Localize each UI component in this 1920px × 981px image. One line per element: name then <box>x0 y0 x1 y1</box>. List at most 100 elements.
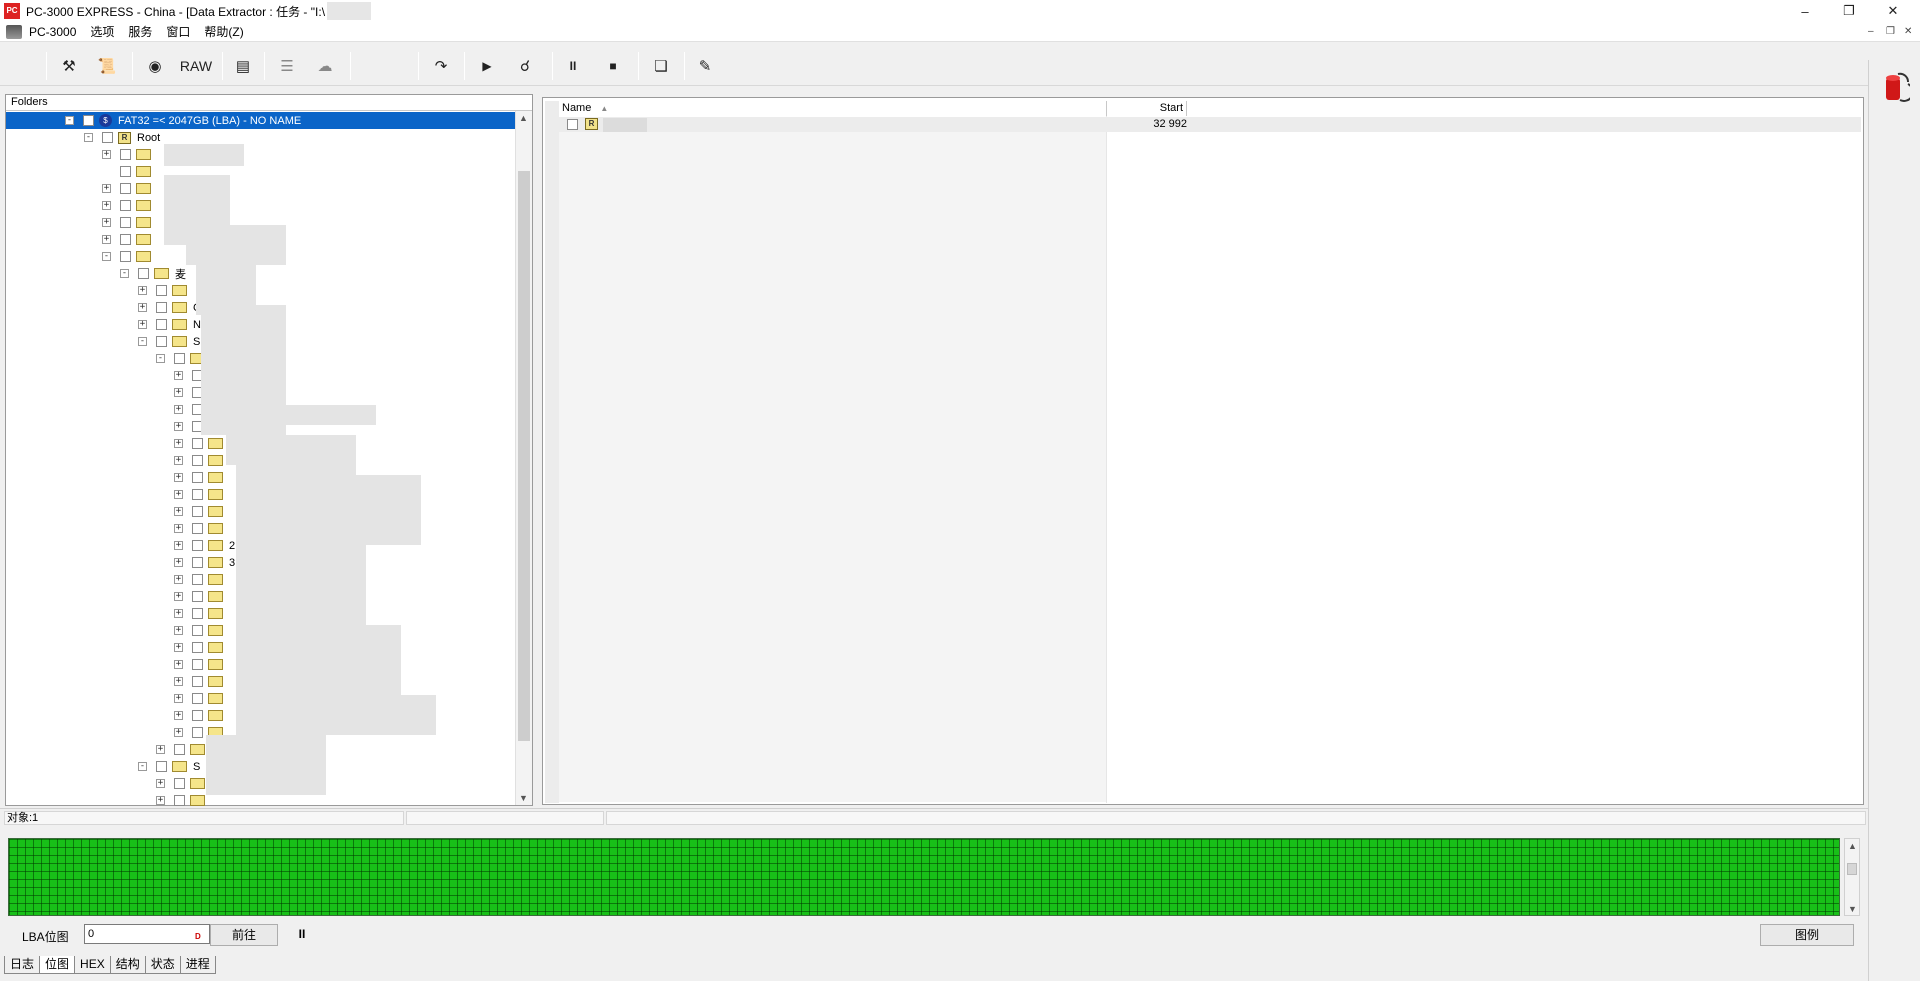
tree-folder-row[interactable]: + N <box>6 316 201 333</box>
disk-icon[interactable]: ▤ <box>230 54 256 78</box>
tree-folder-row[interactable]: + <box>6 146 151 163</box>
tree-folder-row[interactable]: + <box>6 401 223 418</box>
checkbox[interactable] <box>192 625 203 636</box>
menu-pc3000[interactable]: PC-3000 <box>22 25 83 39</box>
folders-tree-panel[interactable]: Folders - $ FAT32 =< 2047GB (LBA) - NO N… <box>5 94 533 806</box>
file-list-panel[interactable]: Name ▲ Start R 32 992 <box>542 97 1864 805</box>
expand-icon[interactable]: + <box>174 490 183 499</box>
expand-icon[interactable]: + <box>174 660 183 669</box>
expand-icon[interactable]: + <box>174 507 183 516</box>
checkbox[interactable] <box>192 540 203 551</box>
expand-icon[interactable]: + <box>138 303 147 312</box>
checkbox[interactable] <box>156 761 167 772</box>
collapse-icon[interactable]: - <box>138 337 147 346</box>
expand-icon[interactable]: + <box>174 592 183 601</box>
tree-icon[interactable]: ☰ <box>274 54 300 78</box>
lba-bitmap[interactable] <box>8 838 1840 916</box>
checkbox[interactable] <box>174 778 185 789</box>
restore-icon[interactable]: ❐ <box>1826 0 1872 22</box>
expand-icon[interactable]: + <box>174 609 183 618</box>
scroll-down-icon[interactable]: ▼ <box>1848 904 1857 914</box>
tree-folder-row[interactable]: + <box>6 367 223 384</box>
column-header-start[interactable]: Start <box>1107 101 1187 116</box>
checkbox[interactable] <box>192 472 203 483</box>
expand-icon[interactable]: + <box>102 201 111 210</box>
menu-service[interactable]: 服务 <box>121 23 159 40</box>
collapse-icon[interactable]: - <box>84 133 93 142</box>
checkbox[interactable] <box>120 251 131 262</box>
tools-icon[interactable]: ⚒ <box>56 54 82 78</box>
tree-folder-row[interactable]: - <box>6 248 151 265</box>
expand-icon[interactable]: + <box>174 626 183 635</box>
tab-bitmap[interactable]: 位图 <box>39 956 76 974</box>
exit-icon[interactable]: ✎ <box>692 54 718 78</box>
tab-process[interactable]: 进程 <box>179 956 216 974</box>
expand-icon[interactable]: + <box>174 694 183 703</box>
expand-icon[interactable]: + <box>174 558 183 567</box>
tree-folder-row[interactable]: + <box>6 231 151 248</box>
menu-options[interactable]: 选项 <box>83 23 121 40</box>
checkbox[interactable] <box>156 302 167 313</box>
database-icon[interactable] <box>1882 70 1910 106</box>
expand-icon[interactable]: + <box>174 643 183 652</box>
checkbox[interactable] <box>156 336 167 347</box>
checkbox[interactable] <box>192 591 203 602</box>
script-icon[interactable]: 📜 <box>94 54 120 78</box>
expand-icon[interactable]: + <box>174 371 183 380</box>
expand-icon[interactable]: + <box>174 541 183 550</box>
checkbox[interactable] <box>174 744 185 755</box>
expand-icon[interactable]: + <box>102 235 111 244</box>
mdi-close-icon[interactable]: ✕ <box>1904 26 1912 37</box>
bitmap-scrollbar[interactable]: ▲ ▼ <box>1844 838 1860 916</box>
tree-folder-row[interactable]: + <box>6 282 187 299</box>
expand-icon[interactable]: + <box>174 473 183 482</box>
pause-icon[interactable]: II <box>560 54 586 78</box>
expand-icon[interactable]: + <box>156 796 165 805</box>
tree-folder-row[interactable]: + <box>6 724 223 741</box>
scrollbar-thumb[interactable] <box>518 171 530 741</box>
stop-icon[interactable]: ■ <box>600 54 626 78</box>
network-icon[interactable]: ☌ <box>512 54 538 78</box>
checkbox[interactable] <box>192 557 203 568</box>
checkbox[interactable] <box>567 119 578 130</box>
checkbox[interactable] <box>192 642 203 653</box>
windows-icon[interactable]: ❏ <box>648 54 674 78</box>
checkbox[interactable] <box>192 659 203 670</box>
checkbox[interactable] <box>192 693 203 704</box>
tree-folder-row[interactable]: + <box>6 469 223 486</box>
tree-folder-row[interactable]: + <box>6 452 223 469</box>
checkbox[interactable] <box>120 234 131 245</box>
tree-folder-row[interactable]: + <box>6 486 223 503</box>
export-icon[interactable]: ↷ <box>428 54 454 78</box>
tree-folder-row[interactable]: + <box>6 520 223 537</box>
tree-folder-row[interactable]: -麦 <box>6 265 186 282</box>
checkbox[interactable] <box>83 115 94 126</box>
go-button[interactable]: 前往 <box>210 924 278 946</box>
tree-folder-row[interactable]: + <box>6 775 205 792</box>
checkbox[interactable] <box>120 149 131 160</box>
expand-icon[interactable]: + <box>156 779 165 788</box>
tree-folder-row[interactable]: + <box>6 673 223 690</box>
expand-icon[interactable]: + <box>174 711 183 720</box>
scroll-down-icon[interactable]: ▼ <box>519 793 528 803</box>
close-icon[interactable]: ✕ <box>1870 0 1916 22</box>
tree-cloud-icon[interactable]: ☁ <box>312 54 338 78</box>
tree-folder-row[interactable]: -S <box>6 333 200 350</box>
checkbox[interactable] <box>192 727 203 738</box>
expand-icon[interactable]: + <box>156 745 165 754</box>
lba-input[interactable]: 0 D <box>84 924 210 944</box>
tab-status[interactable]: 状态 <box>144 956 181 974</box>
tree-folder-row[interactable]: + <box>6 639 223 656</box>
collapse-icon[interactable]: - <box>156 354 165 363</box>
expand-icon[interactable]: + <box>174 405 183 414</box>
expand-icon[interactable]: + <box>174 422 183 431</box>
tree-partition-row[interactable]: - $ FAT32 =< 2047GB (LBA) - NO NAME <box>6 112 516 129</box>
tree-folder-row[interactable]: +G <box>6 299 202 316</box>
tree-scrollbar[interactable]: ▲ ▼ <box>515 111 532 805</box>
scroll-up-icon[interactable]: ▲ <box>519 113 528 123</box>
checkbox[interactable] <box>192 608 203 619</box>
scrollbar-thumb[interactable] <box>1847 863 1857 875</box>
tree-folder-row[interactable]: + <box>6 690 223 707</box>
tree-folder-row[interactable]: + <box>6 214 151 231</box>
play-icon[interactable]: ▶ <box>474 54 500 78</box>
